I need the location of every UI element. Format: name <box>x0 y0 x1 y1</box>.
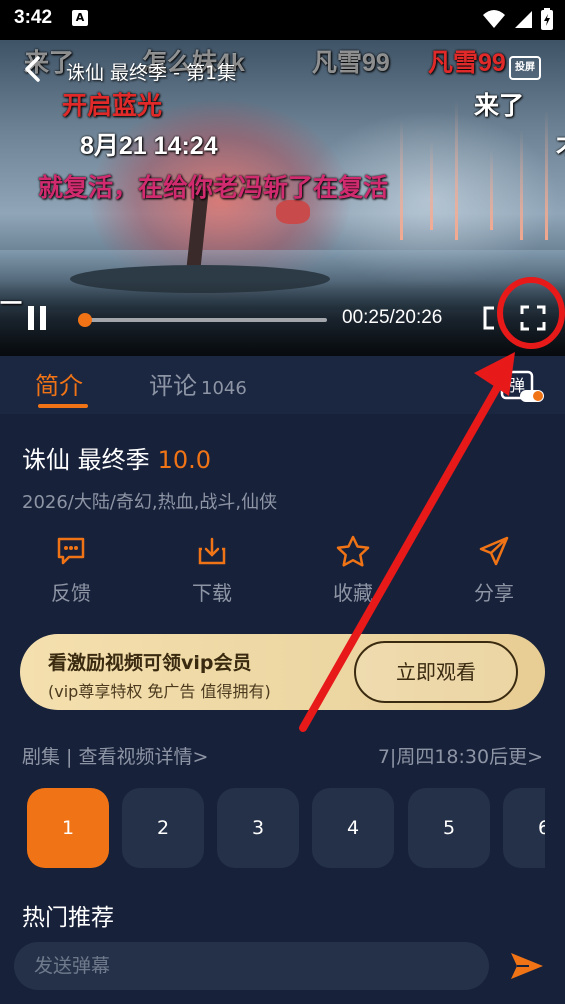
episodes-link[interactable]: 剧集 | 查看视频详情> <box>22 742 208 769</box>
detail-tabs: 简介 评论 1046 弹 <box>0 356 565 414</box>
vip-banner: 看激励视频可领vip会员 (vip尊享特权 免广告 值得拥有) 立即观看 <box>20 634 545 710</box>
active-tab-indicator <box>38 404 88 408</box>
danmaku-comment: 凡雪99 <box>428 49 506 77</box>
light-pillar <box>430 140 433 230</box>
playback-time: 00:25/20:26 <box>342 307 443 328</box>
notification-icon: A <box>72 10 88 26</box>
action-row: 反馈 下载 收藏 分享 <box>0 535 565 615</box>
back-arrow-icon[interactable] <box>22 55 44 83</box>
download-label: 下载 <box>192 581 232 605</box>
light-pillar <box>545 110 548 240</box>
danmaku-comment: 凡雪99 <box>312 49 390 77</box>
status-bar: 3:42 A <box>0 0 565 40</box>
download-button[interactable]: 下载 <box>167 535 257 606</box>
episode-button[interactable]: 1 <box>27 788 109 868</box>
feedback-button[interactable]: 反馈 <box>26 535 116 606</box>
tab-comments[interactable]: 评论 1046 <box>149 366 247 401</box>
feedback-label: 反馈 <box>51 581 91 605</box>
light-pillar <box>455 100 458 240</box>
update-schedule[interactable]: 7|周四18:30后更> <box>378 742 543 769</box>
star-icon <box>336 535 370 567</box>
watch-now-button[interactable]: 立即观看 <box>354 641 518 703</box>
episode-button[interactable]: 5 <box>408 788 490 868</box>
episode-button[interactable]: 2 <box>122 788 204 868</box>
danmaku-comment: 开启蓝光 <box>62 92 163 120</box>
share-button[interactable]: 分享 <box>449 535 539 606</box>
send-icon[interactable] <box>509 950 545 982</box>
light-pillar <box>520 130 523 240</box>
vip-title: 看激励视频可领vip会员 <box>48 652 252 674</box>
pause-bar-right <box>40 306 46 330</box>
danmaku-comment: 来了 <box>474 92 525 120</box>
show-name: 诛仙 最终季 <box>22 446 150 474</box>
episode-button[interactable]: 3 <box>217 788 299 868</box>
episode-button[interactable]: 6 <box>503 788 545 868</box>
share-icon <box>479 536 509 566</box>
show-title: 诛仙 最终季 10.0 <box>22 440 211 475</box>
favorite-label: 收藏 <box>333 581 373 605</box>
danmaku-switch[interactable]: 弹 <box>500 370 546 404</box>
vip-subtitle: (vip尊享特权 免广告 值得拥有) <box>48 682 271 701</box>
status-time: 3:42 <box>14 7 53 28</box>
light-pillar <box>490 150 493 230</box>
hot-recommend-title: 热门推荐 <box>22 905 114 931</box>
progress-knob[interactable] <box>77 313 92 327</box>
tab-intro[interactable]: 简介 <box>35 366 83 401</box>
share-label: 分享 <box>474 581 514 605</box>
progress-bar[interactable] <box>77 313 327 327</box>
danmaku-toggle-icon: 弹 <box>500 370 544 402</box>
fullscreen-icon[interactable] <box>520 305 546 331</box>
show-score: 10.0 <box>157 446 212 474</box>
danmaku-comment: 8月21 14:24 <box>80 132 218 160</box>
wifi-icon <box>483 10 505 28</box>
video-title: 诛仙 最终季 - 第1集 <box>66 62 237 84</box>
pause-button[interactable] <box>26 306 48 330</box>
show-tags: 2026/大陆/奇幻,热血,战斗,仙侠 <box>22 492 278 513</box>
episode-button[interactable]: 4 <box>312 788 394 868</box>
danmaku-input[interactable] <box>34 942 474 990</box>
danmaku-comment: 就复活，在给你老冯斩了在复活 <box>38 174 389 202</box>
danmaku-comment: 一 <box>0 291 23 316</box>
comment-count: 1046 <box>201 378 247 399</box>
bracket-icon[interactable] <box>482 306 496 330</box>
tab-comments-label: 评论 <box>149 372 197 400</box>
danmaku-input-wrapper <box>14 942 489 990</box>
danmaku-comment: 才 <box>556 126 565 162</box>
episode-list: 1 2 3 4 5 6 <box>0 788 545 870</box>
download-icon <box>198 537 226 565</box>
light-pillar <box>400 120 403 240</box>
battery-icon <box>541 8 553 30</box>
cast-button[interactable]: 投屏 <box>509 56 541 80</box>
favorite-button[interactable]: 收藏 <box>308 535 398 606</box>
status-indicators <box>483 8 553 30</box>
feedback-icon <box>57 537 85 565</box>
pause-bar-left <box>28 306 34 330</box>
signal-icon <box>515 11 532 28</box>
